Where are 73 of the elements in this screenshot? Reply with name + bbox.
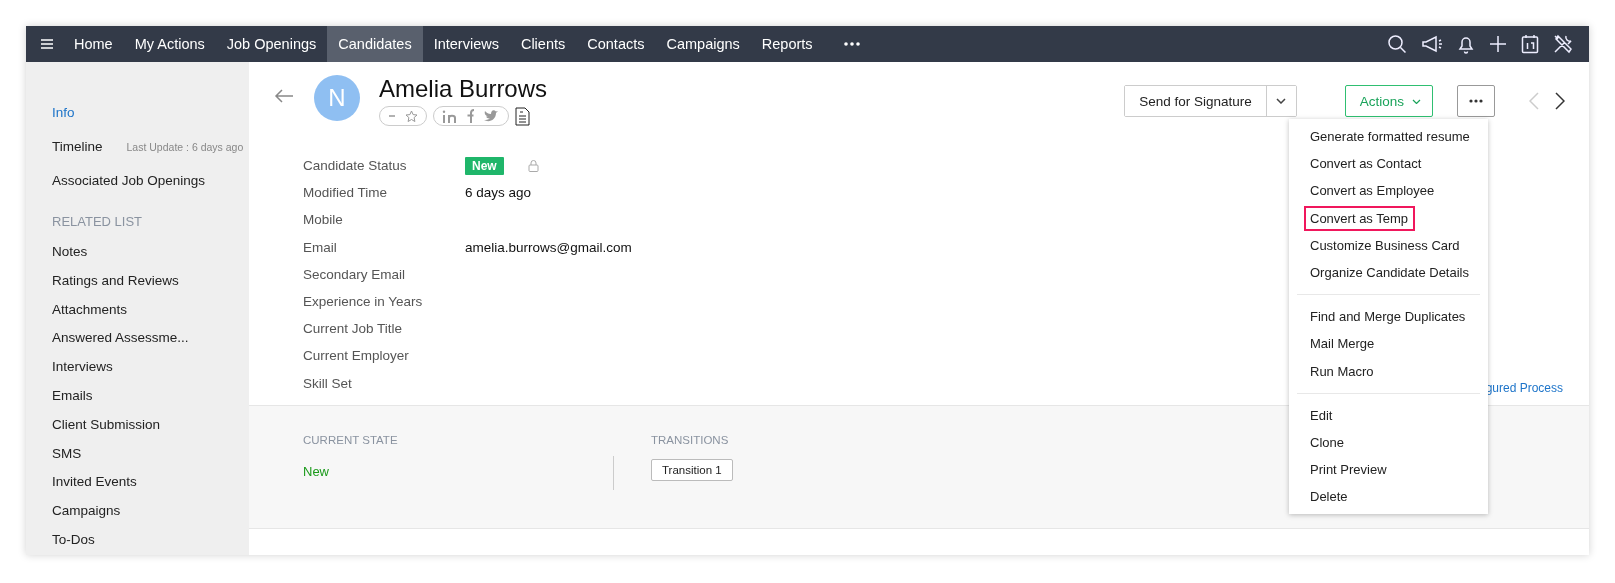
menu-item[interactable]: Convert as Contact xyxy=(1304,151,1429,177)
menu-item[interactable]: Customize Business Card xyxy=(1304,232,1467,258)
field-label: Mobile xyxy=(303,212,344,228)
status-badge: New xyxy=(465,156,504,175)
current-state-value: New xyxy=(303,463,330,479)
menu-item[interactable]: Clone xyxy=(1304,429,1351,455)
menu-item[interactable]: Mail Merge xyxy=(1304,331,1382,357)
megaphone-icon[interactable] xyxy=(1421,35,1443,53)
back-arrow-icon[interactable] xyxy=(274,89,294,103)
menu-item[interactable]: Convert as Temp xyxy=(1304,205,1416,231)
bell-icon[interactable] xyxy=(1457,34,1475,54)
field-label: Secondary Email xyxy=(303,266,407,282)
related-list-item[interactable]: Answered Assessme... xyxy=(52,330,189,346)
nav-tab[interactable]: Campaigns xyxy=(655,26,751,62)
field-label: Current Job Title xyxy=(303,321,404,337)
nav-tab[interactable]: My Actions xyxy=(123,26,216,62)
menu-icon[interactable] xyxy=(40,38,54,50)
menu-item[interactable]: Organize Candidate Details xyxy=(1304,260,1476,286)
menu-item[interactable]: Convert as Employee xyxy=(1304,178,1442,204)
related-list-item[interactable]: Emails xyxy=(52,388,93,403)
field-label: Modified Time xyxy=(303,185,389,201)
related-list-item[interactable]: Attachments xyxy=(52,301,128,317)
nav-tab[interactable]: Candidates xyxy=(327,26,423,62)
bird-icon[interactable] xyxy=(483,109,500,123)
field-value: 6 days ago xyxy=(465,185,532,201)
next-icon[interactable] xyxy=(1555,92,1565,110)
menu-item[interactable]: Generate formatted resume xyxy=(1304,124,1477,150)
facebook-icon[interactable] xyxy=(466,109,474,123)
tools-icon[interactable] xyxy=(1553,34,1573,54)
star-icon[interactable] xyxy=(405,109,418,123)
field-label: Experience in Years xyxy=(303,294,424,310)
related-list-item[interactable]: Campaigns xyxy=(52,503,121,519)
related-list-item[interactable]: Interviews xyxy=(52,359,113,375)
calendar-icon[interactable] xyxy=(1521,34,1539,54)
menu-item[interactable]: Delete xyxy=(1304,484,1355,510)
field-label: Current Employer xyxy=(303,348,410,364)
field-label: Candidate Status xyxy=(303,158,408,174)
nav-tab[interactable]: Home xyxy=(63,26,124,62)
sidebar-item[interactable]: Info xyxy=(52,96,75,130)
linkedin-icon[interactable] xyxy=(442,109,457,123)
menu-item[interactable]: Edit xyxy=(1304,402,1340,428)
sidebar-item[interactable]: Associated Job Openings xyxy=(52,164,206,198)
add-icon[interactable] xyxy=(1489,35,1507,53)
current-state-label: CURRENT STATE xyxy=(303,433,399,446)
nav-tab[interactable]: Contacts xyxy=(576,26,656,62)
nav-tab[interactable]: Interviews xyxy=(422,26,510,62)
transitions-label: TRANSITIONS xyxy=(651,433,730,446)
field-label: Email xyxy=(303,239,338,255)
related-list-item[interactable]: To-Dos xyxy=(52,531,95,547)
avatar: N xyxy=(314,75,360,121)
field-value: amelia.burrows@gmail.com xyxy=(465,239,632,255)
related-list-item[interactable]: Invited Events xyxy=(52,474,137,490)
nav-tab[interactable]: Job Openings xyxy=(215,26,328,62)
field-label: Skill Set xyxy=(303,375,353,391)
sidebar-item[interactable]: Timeline xyxy=(52,130,103,164)
related-list-item[interactable]: Notes xyxy=(52,244,88,259)
search-icon[interactable] xyxy=(1387,34,1407,54)
menu-item[interactable]: Run Macro xyxy=(1304,358,1381,384)
more-icon[interactable] xyxy=(1469,99,1483,103)
related-list-item[interactable]: Ratings and Reviews xyxy=(52,272,179,288)
nav-tab[interactable]: Clients xyxy=(509,26,577,62)
transition-button[interactable]: Transition 1 xyxy=(651,458,733,481)
menu-item[interactable]: Print Preview xyxy=(1304,457,1394,483)
candidate-name: Amelia Burrows xyxy=(379,75,548,103)
chevron-down-icon[interactable] xyxy=(1276,98,1287,104)
last-update-note: Last Update : 6 days ago xyxy=(126,140,244,155)
related-list-item[interactable]: Client Submission xyxy=(52,416,161,432)
menu-item[interactable]: Find and Merge Duplicates xyxy=(1304,304,1473,330)
more-icon[interactable] xyxy=(843,42,860,46)
nav-tab[interactable]: Reports xyxy=(750,26,824,62)
related-list-item[interactable]: SMS xyxy=(52,445,82,461)
section-heading: RELATED LIST xyxy=(52,214,143,229)
document-icon[interactable] xyxy=(515,106,530,126)
